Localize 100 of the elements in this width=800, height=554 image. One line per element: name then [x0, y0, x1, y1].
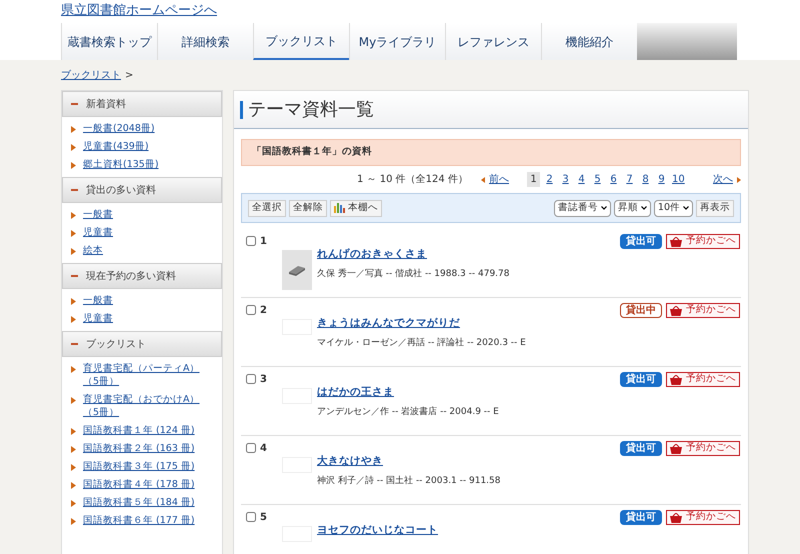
sort-field-select[interactable]: 書誌番号 [554, 200, 611, 216]
row-checkbox[interactable] [246, 443, 256, 453]
breadcrumb-link[interactable]: ブックリスト [61, 68, 121, 82]
book-title-link[interactable]: れんげのおきゃくさま [317, 247, 620, 263]
sidebar-link[interactable]: 児童書(439冊) [83, 140, 149, 153]
book-details: 久保 秀一／写真 -- 偕成社 -- 1988.3 -- 479.78 [317, 268, 510, 281]
reserve-button[interactable]: 予約かごへ [666, 303, 740, 318]
home-link[interactable]: 県立図書館ホームページへ [61, 1, 217, 21]
nav-tab[interactable]: 機能紹介 [541, 23, 637, 60]
row-checkbox[interactable] [246, 236, 256, 246]
sidebar-link[interactable]: 国語教科書２年 (163 冊) [83, 442, 195, 455]
sidebar-heading-text: 新着資料 [86, 98, 126, 112]
bullet-icon [71, 428, 76, 435]
sidebar-link[interactable]: 国語教科書６年 (177 冊) [83, 514, 195, 527]
bullet-icon [71, 162, 76, 169]
bar-chart-icon [334, 203, 345, 213]
chevron-down-icon [683, 206, 689, 210]
prev-link[interactable]: 前へ [489, 172, 521, 187]
nav-tab[interactable]: 詳細検索 [157, 23, 253, 60]
basket-icon [670, 306, 682, 316]
nav-tab[interactable]: レファレンス [445, 23, 541, 60]
basket-icon [670, 236, 682, 246]
page-link[interactable]: 4 [575, 172, 588, 187]
bullet-icon [71, 144, 76, 151]
page-link[interactable]: 3 [559, 172, 572, 187]
row-number: 4 [260, 442, 267, 456]
availability-badge: 貸出可 [620, 441, 662, 456]
refresh-button[interactable]: 再表示 [696, 200, 734, 216]
sidebar-link[interactable]: 育児書宅配（パーティA）（5冊） [83, 362, 213, 388]
nav-tab[interactable]: Myライブラリ [349, 23, 445, 60]
page-link[interactable]: 10 [671, 172, 686, 187]
sidebar-link[interactable]: 国語教科書４年 (178 冊) [83, 478, 195, 491]
book-details: マイケル・ローゼン／再話 -- 評論社 -- 2020.3 -- E [317, 336, 527, 350]
result-range: 1 ～ 10 件（全124 件） [357, 173, 469, 187]
bullet-icon [71, 298, 76, 305]
select-all-button[interactable]: 全選択 [248, 200, 286, 216]
page-link[interactable]: 9 [655, 172, 668, 187]
basket-icon [670, 512, 682, 522]
minus-icon [71, 103, 78, 105]
bullet-icon [71, 446, 76, 453]
bullet-icon [71, 316, 76, 323]
basket-icon [670, 444, 682, 454]
availability-badge: 貸出可 [620, 510, 662, 525]
page-link[interactable]: 5 [591, 172, 604, 187]
sidebar-link[interactable]: 児童書 [83, 312, 113, 325]
right-triangle-icon [737, 176, 741, 182]
availability-badge: 貸出可 [620, 234, 662, 249]
sidebar-link[interactable]: 絵本 [83, 244, 103, 257]
left-triangle-icon [481, 176, 485, 182]
minus-icon [71, 343, 78, 345]
sidebar-link[interactable]: 一般書 [83, 208, 113, 221]
sidebar-link[interactable]: 児童書 [83, 226, 113, 239]
bullet-icon [71, 248, 76, 255]
reserve-button[interactable]: 予約かごへ [666, 372, 740, 387]
bullet-icon [71, 366, 76, 373]
chevron-down-icon [600, 206, 607, 210]
title-accent [240, 100, 243, 118]
chevron-down-icon [640, 206, 647, 210]
sidebar-link[interactable]: 国語教科書３年 (175 冊) [83, 460, 195, 473]
bullet-icon [71, 212, 76, 219]
book-title-link[interactable]: きょうはみんなでクマがりだ [317, 316, 620, 332]
nav-tab[interactable]: 蔵書検索トップ [61, 23, 157, 60]
book-details: アンデルセン／作 -- 岩波書店 -- 2004.9 -- E [317, 406, 500, 419]
sidebar-link[interactable]: 一般書(2048冊) [83, 122, 155, 135]
book-title-link[interactable]: ヨセフのだいじなコート [317, 523, 620, 539]
minus-icon [71, 189, 78, 191]
deselect-all-button[interactable]: 全解除 [289, 200, 327, 216]
sidebar-link[interactable]: 郷土資料(135冊) [83, 158, 159, 171]
bullet-icon [71, 482, 76, 489]
availability-badge: 貸出可 [620, 372, 662, 387]
page-link[interactable]: 2 [543, 172, 556, 187]
row-number: 5 [260, 510, 267, 524]
reserve-button[interactable]: 予約かごへ [666, 234, 740, 249]
sidebar-link[interactable]: 国語教科書１年 (124 冊) [83, 424, 195, 437]
page-link[interactable]: 8 [639, 172, 652, 187]
reserve-button[interactable]: 予約かごへ [666, 441, 740, 456]
book-title-link[interactable]: はだかの王さま [317, 385, 620, 401]
sidebar-heading-text: 現在予約の多い資料 [86, 270, 176, 284]
row-checkbox[interactable] [246, 305, 256, 315]
per-page-select[interactable]: 10件 [654, 200, 693, 216]
reserve-button[interactable]: 予約かごへ [666, 510, 740, 525]
bullet-icon [71, 397, 76, 404]
page-title: テーマ資料一覧 [248, 98, 374, 122]
row-checkbox[interactable] [246, 512, 256, 522]
sidebar-link[interactable]: 育児書宅配（おでかけA）（5冊） [83, 393, 213, 419]
row-checkbox[interactable] [246, 374, 256, 384]
page-link[interactable]: 6 [607, 172, 620, 187]
book-title-link[interactable]: 大きなけやき [317, 454, 620, 470]
sidebar-link[interactable]: 一般書 [83, 294, 113, 307]
next-link[interactable]: 次へ [713, 172, 733, 187]
sidebar-link[interactable]: 国語教科書５年 (184 冊) [83, 496, 195, 509]
bullet-icon [71, 126, 76, 133]
page-link[interactable]: 1 [527, 172, 540, 187]
nav-tab[interactable]: ブックリスト [253, 23, 349, 60]
sidebar-heading-text: 貸出の多い資料 [86, 184, 156, 198]
book-icon [288, 264, 306, 276]
bullet-icon [71, 230, 76, 237]
sort-order-select[interactable]: 昇順 [614, 200, 651, 216]
page-link[interactable]: 7 [623, 172, 636, 187]
bookshelf-button[interactable]: 本棚へ [330, 200, 382, 216]
